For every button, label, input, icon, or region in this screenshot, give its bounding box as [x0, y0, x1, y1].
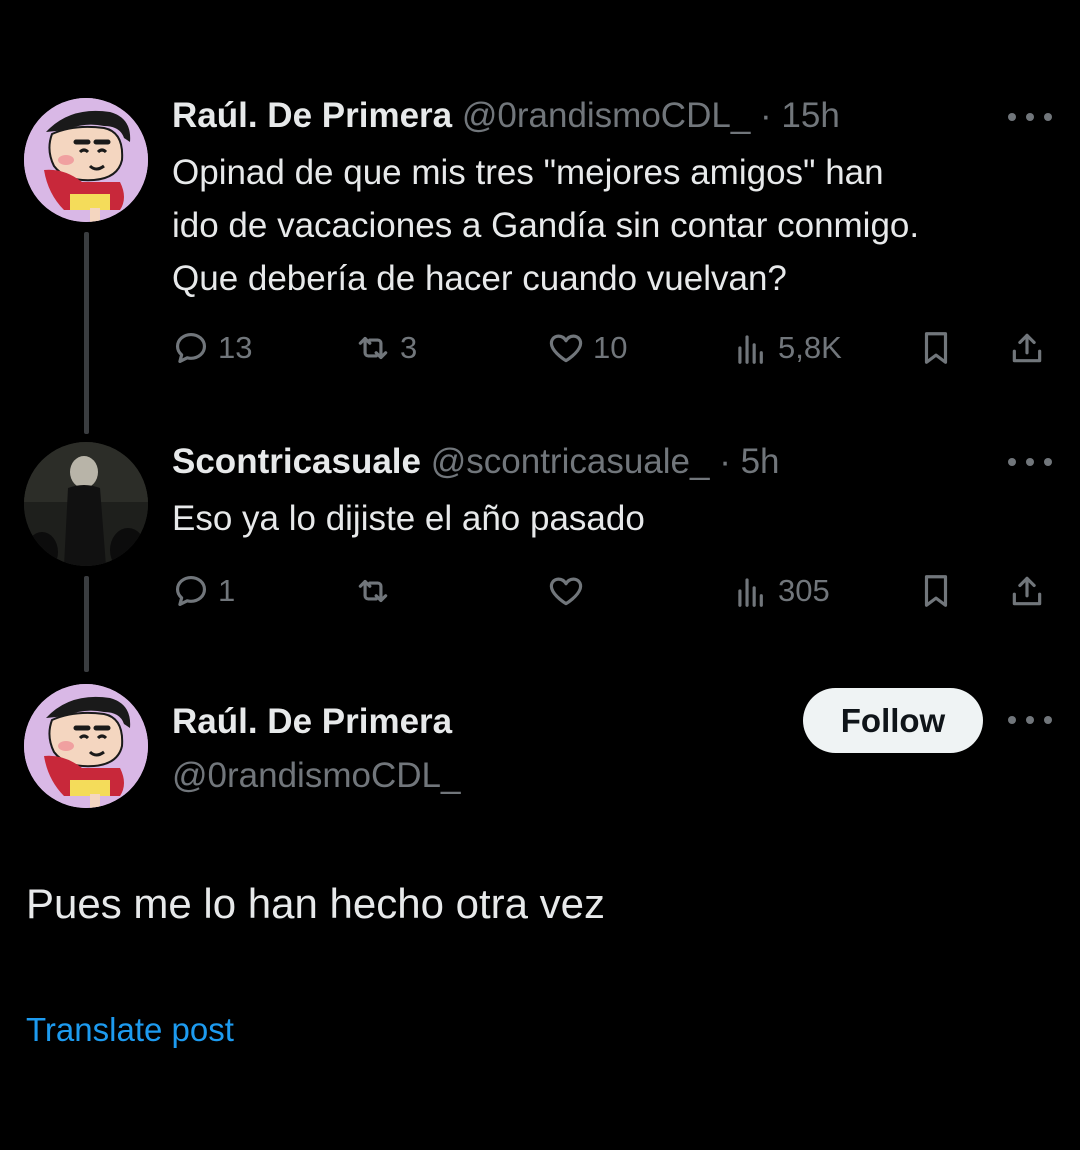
like-button[interactable] — [547, 566, 585, 616]
main-author-name[interactable]: Raúl. De Primera — [172, 702, 452, 742]
avatar[interactable] — [24, 98, 148, 222]
avatar-image — [24, 98, 148, 222]
author-handle[interactable]: @scontricasuale_ — [431, 442, 710, 481]
repost-button[interactable]: 3 — [354, 323, 417, 373]
author-name[interactable]: Scontricasuale — [172, 442, 421, 481]
more-icon[interactable] — [1008, 710, 1052, 730]
author-name: Raúl. De Primera — [172, 702, 453, 741]
post-header: Scontricasuale @scontricasuale_ · 5h — [172, 442, 780, 482]
repost-count: 3 — [400, 330, 418, 365]
like-button[interactable]: 10 — [547, 323, 627, 373]
main-author-handle[interactable]: @0randismoCDL_ — [172, 756, 460, 796]
more-icon[interactable] — [1008, 452, 1052, 472]
avatar[interactable] — [24, 442, 148, 566]
repost-icon — [358, 336, 388, 360]
avatar-image — [24, 684, 148, 808]
post-time[interactable]: · 15h — [760, 96, 840, 135]
repost-button[interactable] — [354, 566, 392, 616]
bookmark-button[interactable] — [917, 566, 955, 616]
share-button[interactable] — [1008, 323, 1046, 373]
views-icon — [738, 335, 763, 364]
reply-count: 13 — [218, 330, 253, 365]
action-bar: 1 305 — [172, 566, 1052, 616]
translate-post-link[interactable]: Translate post — [26, 1011, 234, 1049]
avatar[interactable] — [24, 684, 148, 808]
share-icon — [1012, 333, 1042, 363]
views-button[interactable]: 305 — [732, 566, 830, 616]
author-name[interactable]: Raúl. De Primera — [172, 96, 452, 135]
reply-button[interactable]: 1 — [172, 566, 235, 616]
author-handle[interactable]: @0randismoCDL_ — [462, 96, 750, 135]
avatar-image — [24, 442, 148, 566]
bookmark-button[interactable] — [917, 323, 955, 373]
reply-icon — [175, 332, 207, 364]
repost-icon — [358, 579, 388, 603]
post-text: Eso ya lo dijiste el año pasado — [172, 499, 645, 538]
share-icon — [1012, 576, 1042, 606]
like-icon — [549, 334, 583, 363]
more-icon[interactable] — [1008, 107, 1052, 127]
like-icon — [549, 577, 583, 606]
views-count: 305 — [778, 573, 830, 608]
post-time[interactable]: · 5h — [719, 442, 779, 481]
action-bar: 13 3 10 5,8K — [172, 323, 1052, 373]
views-count: 5,8K — [778, 330, 842, 365]
reply-icon — [175, 575, 207, 607]
views-button[interactable]: 5,8K — [732, 323, 842, 373]
bookmark-icon — [924, 575, 948, 607]
follow-button[interactable]: Follow — [803, 688, 983, 753]
post-header: Raúl. De Primera @0randismoCDL_ · 15h — [172, 96, 840, 136]
thread-connector — [84, 232, 89, 434]
views-icon — [738, 578, 763, 607]
main-post-text: Pues me lo han hecho otra vez — [26, 880, 606, 927]
bookmark-icon — [924, 332, 948, 364]
thread-connector — [84, 576, 89, 672]
like-count: 10 — [593, 330, 628, 365]
reply-count: 1 — [218, 573, 236, 608]
post-text: Opinad de que mis tres "mejores amigos" … — [172, 153, 920, 298]
reply-button[interactable]: 13 — [172, 323, 252, 373]
share-button[interactable] — [1008, 566, 1046, 616]
author-handle: @0randismoCDL_ — [172, 756, 461, 795]
